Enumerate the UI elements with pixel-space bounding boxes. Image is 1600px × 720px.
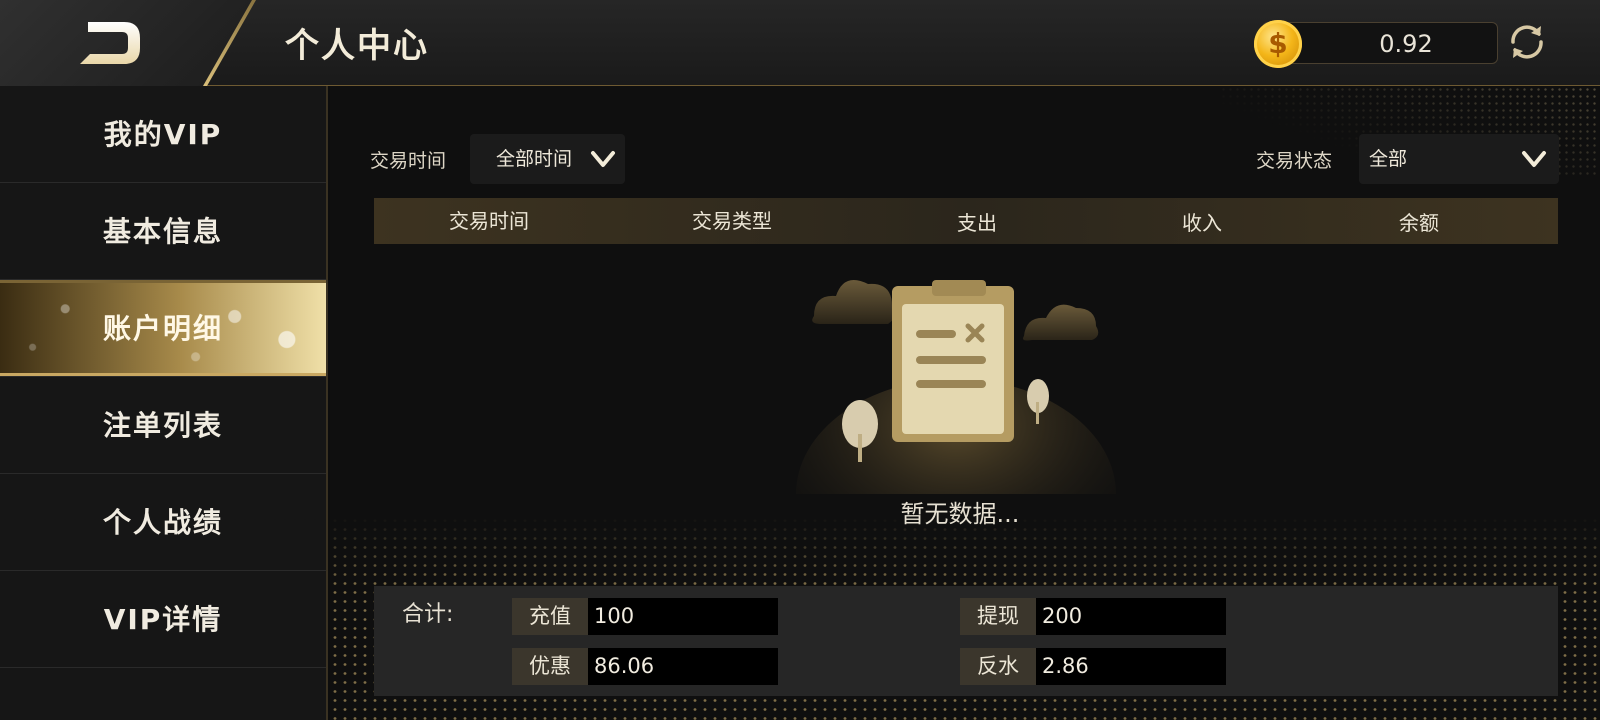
sidebar-item-label: 账户明细: [102, 312, 223, 345]
empty-clipboard-icon: [796, 280, 1116, 494]
time-filter-label: 交易时间: [370, 150, 447, 172]
sidebar-item-my-vip[interactable]: 我的VIP: [0, 86, 326, 183]
chevron-down-icon: [591, 151, 615, 167]
sidebar-item-label: 我的VIP: [103, 118, 223, 151]
header: 个人中心 0.92 $: [0, 0, 1600, 86]
column-header: 收入: [1182, 211, 1222, 235]
table-header: 交易时间 交易类型 支出 收入 余额: [374, 198, 1558, 244]
sidebar-item-account-details[interactable]: 账户明细: [0, 280, 326, 377]
back-icon: [80, 22, 140, 64]
recharge-value: 100: [588, 598, 778, 635]
refresh-icon[interactable]: [1505, 20, 1549, 64]
withdraw-label: 提现: [960, 598, 1036, 635]
totals-panel: 合计: 充值 100 提现 200 优惠 86.06 反水 2.86: [374, 586, 1558, 696]
sidebar-item-label: VIP详情: [103, 603, 223, 636]
status-filter-label: 交易状态: [1256, 150, 1333, 172]
time-filter-value: 全部时间: [496, 148, 573, 170]
rebate-value: 2.86: [1036, 648, 1226, 685]
coin-icon: $: [1254, 20, 1302, 68]
back-button[interactable]: [0, 0, 255, 86]
rebate-label: 反水: [960, 648, 1036, 685]
empty-state-text: 暂无数据...: [900, 500, 1020, 528]
column-header: 交易时间: [449, 209, 529, 233]
discount-label: 优惠: [512, 648, 588, 685]
sidebar-item-personal-record[interactable]: 个人战绩: [0, 474, 326, 571]
page-title: 个人中心: [285, 26, 429, 66]
discount-value: 86.06: [588, 648, 778, 685]
status-filter-select[interactable]: 全部: [1359, 134, 1559, 184]
column-header: 支出: [957, 211, 997, 235]
sidebar-item-label: 注单列表: [102, 409, 223, 442]
sidebar-item-vip-details[interactable]: VIP详情: [0, 571, 326, 668]
recharge-label: 充值: [512, 598, 588, 635]
totals-label: 合计:: [402, 602, 454, 627]
column-header: 交易类型: [692, 209, 772, 233]
withdraw-value: 200: [1036, 598, 1226, 635]
sidebar: 我的VIP 基本信息 账户明细 注单列表 个人战绩 VIP详情: [0, 86, 328, 720]
main-panel: 交易时间 全部时间 交易状态 全部 交易时间 交易类型 支出 收入 余额 暂无数…: [330, 86, 1600, 720]
sidebar-item-basic-info[interactable]: 基本信息: [0, 183, 326, 280]
status-filter-value: 全部: [1369, 148, 1408, 170]
sidebar-item-label: 个人战绩: [102, 506, 223, 539]
chevron-down-icon: [1522, 151, 1546, 167]
sidebar-item-bet-list[interactable]: 注单列表: [0, 377, 326, 474]
column-header: 余额: [1399, 211, 1439, 235]
time-filter-select[interactable]: 全部时间: [470, 134, 625, 184]
sidebar-item-label: 基本信息: [102, 215, 223, 248]
